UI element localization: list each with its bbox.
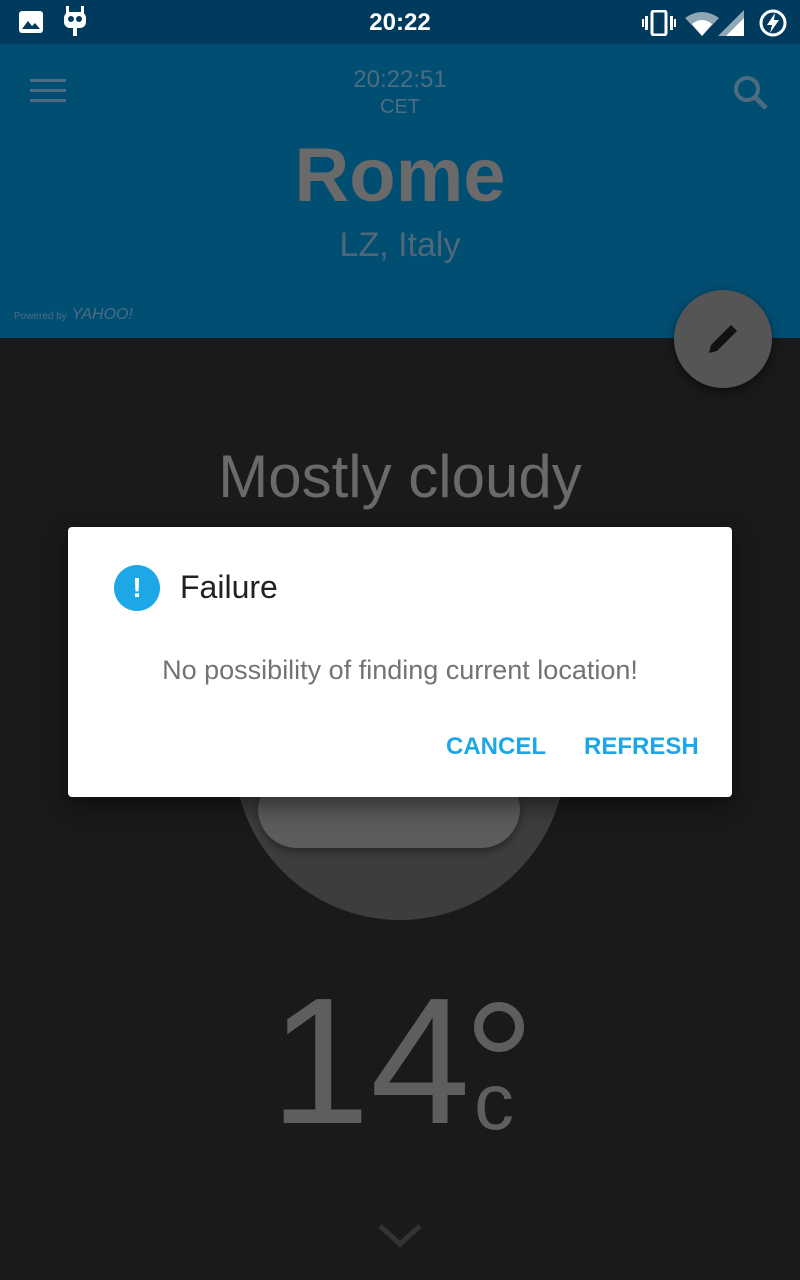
temperature-value: 14: [270, 961, 471, 1162]
dialog-message: No possibility of finding current locati…: [162, 655, 638, 685]
wifi-icon: [685, 12, 719, 36]
temperature-unit: c: [474, 1057, 514, 1146]
refresh-button[interactable]: REFRESH: [584, 733, 699, 761]
powered-by-text: Powered by: [14, 311, 67, 322]
degree-symbol: [474, 1002, 524, 1052]
local-clock: 20:22:51: [353, 66, 447, 93]
signal-icon: [718, 10, 744, 36]
battery-charging-icon: [759, 9, 787, 37]
vibrate-icon: [642, 10, 676, 36]
failure-dialog: ! Failure No possibility of finding curr…: [68, 527, 732, 797]
dialog-title: Failure: [180, 569, 278, 605]
provider-logo: YAHOO!: [71, 306, 133, 323]
location-header: 20:22:51 CET Rome LZ, Italy Powered by Y…: [0, 44, 800, 338]
search-icon[interactable]: [732, 74, 772, 114]
status-bar: 20:22: [0, 0, 800, 44]
timezone-label: CET: [380, 96, 420, 118]
alert-icon: !: [114, 565, 160, 611]
region-name: LZ, Italy: [339, 226, 461, 264]
edit-pencil-icon: [709, 325, 737, 353]
weather-condition: Mostly cloudy: [218, 443, 582, 510]
status-time: 20:22: [369, 9, 431, 36]
edit-location-button[interactable]: [674, 290, 772, 388]
powered-by-label: Powered by YAHOO!: [14, 306, 133, 324]
city-name: Rome: [294, 133, 506, 218]
cancel-button[interactable]: CANCEL: [446, 733, 546, 761]
chevron-down-icon[interactable]: [376, 1222, 424, 1248]
